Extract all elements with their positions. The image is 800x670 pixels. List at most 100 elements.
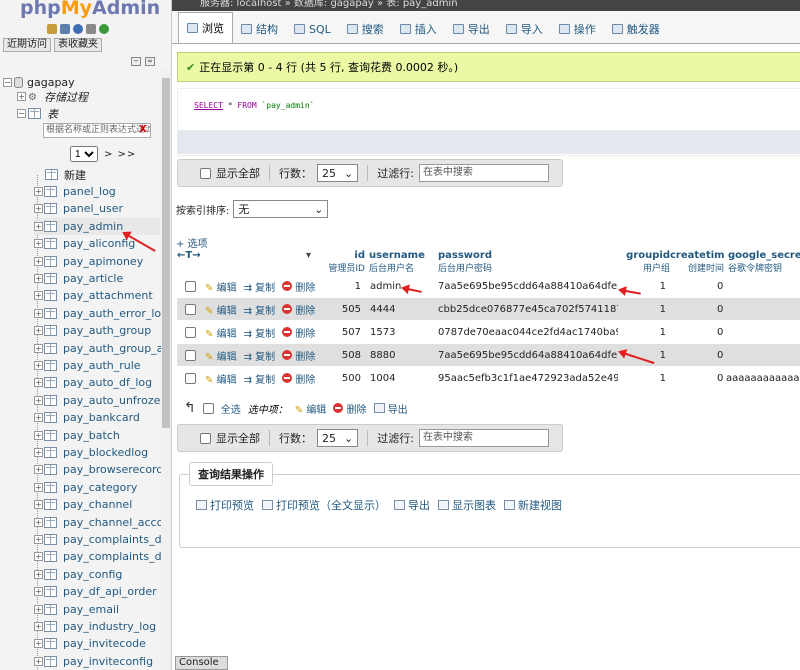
- sidebar-table-pay-bankcard[interactable]: + pay_bankcard: [34, 409, 160, 426]
- page-select[interactable]: 1: [70, 146, 98, 162]
- expand-table-icon[interactable]: +: [34, 448, 43, 457]
- sidebar-table-pay-apimoney[interactable]: + pay_apimoney: [34, 253, 160, 270]
- delete-link[interactable]: 删除: [282, 302, 315, 317]
- edit-link[interactable]: ✎ 编辑: [205, 348, 237, 363]
- expand-table-icon[interactable]: +: [34, 221, 43, 231]
- tab-structure[interactable]: 结构: [233, 15, 286, 43]
- tab-import[interactable]: 导入: [498, 15, 551, 43]
- cell-google-secret-key[interactable]: [724, 297, 800, 321]
- help-icon[interactable]: [73, 24, 83, 34]
- sidebar-table-pay-complaints-deposit[interactable]: +pay_complaints_deposit: [34, 531, 171, 548]
- logout-icon[interactable]: [60, 24, 70, 34]
- table-filter-input[interactable]: 根据名称或正则表达式过滤: [43, 123, 151, 138]
- cell-createtime[interactable]: 0: [670, 274, 724, 298]
- column-header-username[interactable]: username 后台用户名: [365, 248, 432, 275]
- expand-table-icon[interactable]: +: [34, 587, 43, 597]
- sidebar-table-pay-channel[interactable]: + pay_channel: [34, 496, 160, 513]
- copy-link[interactable]: ⇉ 复制: [244, 348, 276, 363]
- copy-link[interactable]: ⇉ 复制: [244, 279, 276, 294]
- edit-link[interactable]: ✎ 编辑: [205, 325, 237, 340]
- sidebar-table-pay-auth-error-log[interactable]: + pay_auth_error_log: [34, 305, 168, 322]
- cell-id[interactable]: 505: [317, 297, 365, 321]
- cell-password[interactable]: 0787de70eaac044ce2fd4ac1740ba950: [432, 320, 618, 344]
- row-checkbox[interactable]: [185, 303, 196, 315]
- rows-select-bottom[interactable]: 25 ⌄: [317, 429, 359, 447]
- sidebar-table-pay-inviteconfig[interactable]: + pay_inviteconfig: [34, 653, 160, 670]
- reload-icon[interactable]: [99, 24, 109, 34]
- delete-link[interactable]: 删除: [282, 279, 315, 294]
- sidebar-table-pay-auto-unfrozen-order[interactable]: +pay_auto_unfrozen_order: [34, 392, 171, 409]
- tab-search[interactable]: 搜索: [339, 15, 392, 43]
- cell-google-secret-key[interactable]: [724, 343, 800, 367]
- delete-link[interactable]: 删除: [282, 371, 315, 386]
- sidebar-table-pay-config[interactable]: + pay_config: [34, 566, 160, 583]
- copy-link[interactable]: ⇉ 复制: [244, 371, 276, 386]
- filter-rows-input-bottom[interactable]: 在表中搜索: [418, 429, 549, 447]
- row-checkbox[interactable]: [185, 326, 196, 338]
- expand-procedures-icon[interactable]: +: [17, 92, 26, 101]
- expand-table-icon[interactable]: +: [34, 187, 43, 196]
- expand-table-icon[interactable]: +: [34, 552, 43, 562]
- row-checkbox[interactable]: [185, 280, 196, 292]
- cell-id[interactable]: 1: [317, 274, 365, 298]
- cell-id[interactable]: 508: [317, 343, 365, 367]
- check-all-checkbox[interactable]: [202, 402, 214, 414]
- cell-createtime[interactable]: 0: [670, 297, 724, 321]
- cell-createtime[interactable]: 0: [670, 366, 724, 390]
- sidebar-table-panel-log[interactable]: + panel_log: [34, 183, 160, 200]
- delete-link[interactable]: 删除: [282, 325, 315, 340]
- sidebar-table-pay-blockedlog[interactable]: + pay_blockedlog: [34, 444, 160, 461]
- cell-google-secret-key[interactable]: [724, 320, 800, 344]
- bulk-delete-link[interactable]: 删除: [333, 401, 367, 416]
- delete-link[interactable]: 删除: [282, 348, 315, 363]
- sidebar-table-pay-admin[interactable]: + pay_admin: [34, 217, 160, 235]
- print-link[interactable]: 打印预览: [196, 497, 254, 513]
- copy-link[interactable]: ⇉ 复制: [244, 325, 276, 340]
- sidebar-scroll-thumb[interactable]: [162, 78, 170, 428]
- row-checkbox[interactable]: [185, 349, 196, 361]
- new-table-node[interactable]: 新建: [34, 166, 86, 183]
- cell-username[interactable]: 1573: [365, 320, 432, 344]
- display-chart-link[interactable]: 显示图表: [438, 497, 496, 513]
- sql-select-keyword[interactable]: SELECT: [194, 101, 223, 110]
- collapse-tables-icon[interactable]: −: [17, 109, 26, 118]
- expand-table-icon[interactable]: +: [34, 274, 43, 283]
- link-with-main-icon[interactable]: ∞: [145, 57, 155, 66]
- check-all-label[interactable]: 全选: [221, 401, 241, 416]
- expand-table-icon[interactable]: +: [34, 256, 43, 266]
- sort-dropdown-icon[interactable]: ▾: [306, 250, 311, 261]
- cell-password[interactable]: 7aa5e695be95cdd64a88410a64dfe2c1: [432, 274, 618, 298]
- create-view-link[interactable]: 新建视图: [504, 497, 562, 513]
- expand-table-icon[interactable]: +: [34, 378, 43, 388]
- expand-table-icon[interactable]: +: [34, 343, 43, 353]
- expand-table-icon[interactable]: +: [34, 500, 43, 510]
- column-header-google-secret-key[interactable]: google_secret_key谷歌令牌密钥: [724, 248, 800, 275]
- expand-table-icon[interactable]: +: [34, 430, 43, 440]
- column-header-password[interactable]: password 后台用户密码: [432, 248, 618, 275]
- cell-password[interactable]: 7aa5e695be95cdd64a88410a64dfe2c1: [432, 343, 618, 367]
- sidebar-table-panel-user[interactable]: + panel_user: [34, 200, 160, 217]
- bulk-edit-link[interactable]: ✎ 编辑: [295, 401, 327, 416]
- expand-table-icon[interactable]: +: [34, 535, 43, 544]
- sidebar-table-pay-auth-group[interactable]: + pay_auth_group: [34, 322, 160, 339]
- filter-rows-input[interactable]: 在表中搜索: [418, 164, 549, 182]
- sidebar-table-pay-auth-rule[interactable]: + pay_auth_rule: [34, 357, 160, 374]
- cell-username[interactable]: 8880: [365, 343, 432, 367]
- expand-table-icon[interactable]: +: [34, 656, 43, 666]
- column-header-createtime[interactable]: createtime创建时间: [670, 248, 724, 275]
- cell-groupid[interactable]: 1: [618, 297, 670, 321]
- sidebar-table-pay-category[interactable]: + pay_category: [34, 479, 160, 496]
- favorites-tab[interactable]: 表收藏夹: [54, 38, 102, 52]
- next-page-link[interactable]: > >>: [104, 149, 136, 160]
- rows-select[interactable]: 25 ⌄: [317, 164, 359, 182]
- edit-link[interactable]: ✎ 编辑: [205, 279, 237, 294]
- cell-password[interactable]: cbb25dce076877e45ca702f574118793: [432, 297, 618, 321]
- edit-link[interactable]: ✎ 编辑: [205, 302, 237, 317]
- tab-operations[interactable]: 操作: [551, 15, 604, 43]
- row-checkbox[interactable]: [185, 372, 196, 384]
- sidebar-table-pay-df-api-order[interactable]: + pay_df_api_order: [34, 583, 160, 600]
- expand-table-icon[interactable]: +: [34, 604, 43, 614]
- expand-table-icon[interactable]: +: [34, 239, 43, 249]
- cell-username[interactable]: admin: [365, 274, 432, 298]
- column-header-groupid[interactable]: groupid 用户组: [618, 248, 670, 275]
